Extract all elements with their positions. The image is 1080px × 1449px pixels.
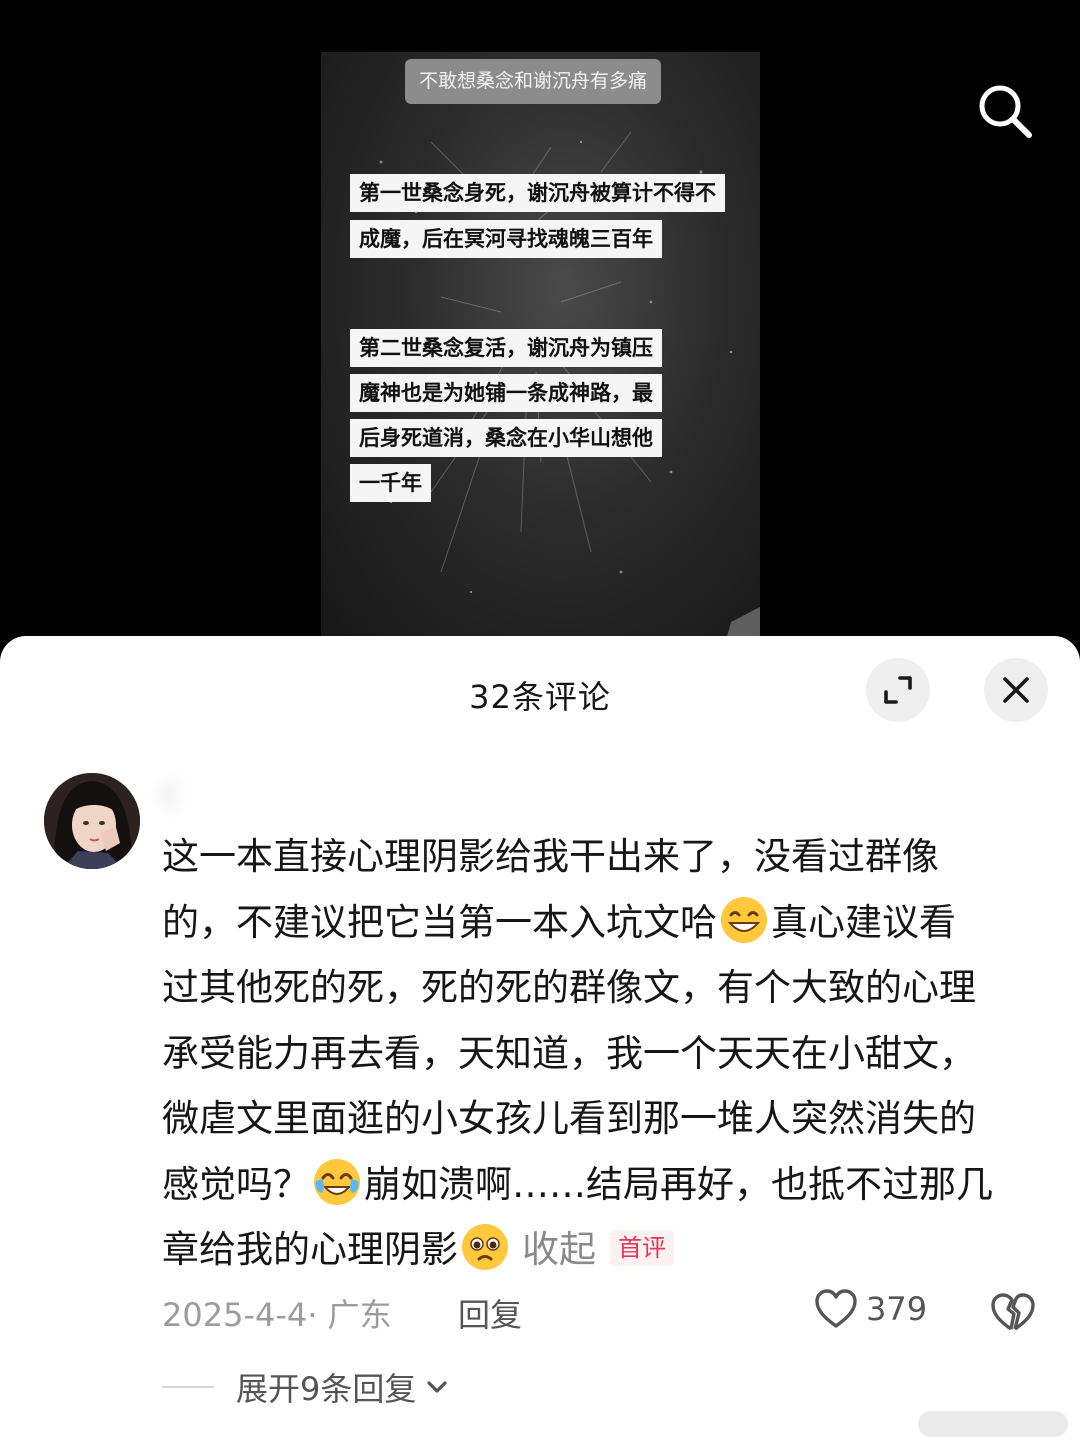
video-caption: 一千年 (350, 464, 431, 502)
comments-sheet: 32条评论 C 这一本直接心理阴影给我干出来了，没看过群像 的，不建议把它当第一… (0, 636, 1080, 1449)
like-button[interactable]: 379 (814, 1288, 927, 1330)
watermark (918, 1411, 1068, 1437)
comment-line: 微虐文里面逛的小女孩儿看到那一堆人突然消失的 (162, 1097, 976, 1140)
chevron-down-icon (427, 1381, 447, 1393)
video-area[interactable]: 不敢想桑念和谢沉舟有多痛 第一世桑念身死，谢沉舟被算计不得不 成魔，后在冥河寻找… (0, 0, 1080, 640)
reply-button[interactable]: 回复 (458, 1290, 522, 1336)
search-button[interactable] (974, 80, 1036, 142)
pleading-emoji (462, 1224, 508, 1270)
video-title-banner: 不敢想桑念和谢沉舟有多痛 (405, 59, 662, 104)
video-caption: 第二世桑念复活，谢沉舟为镇压 (350, 329, 662, 367)
close-icon (1003, 677, 1029, 703)
video-caption: 魔神也是为她铺一条成神路，最 (350, 374, 662, 412)
tears-of-joy-emoji (314, 1158, 360, 1205)
comment-line: 章给我的心理阴影 收起 首评 (162, 1217, 1042, 1283)
video-caption: 第一世桑念身死，谢沉舟被算计不得不 (350, 174, 725, 212)
video-frame[interactable]: 不敢想桑念和谢沉舟有多痛 第一世桑念身死，谢沉舟被算计不得不 成魔，后在冥河寻找… (321, 52, 760, 640)
video-caption: 后身死道消，桑念在小华山想他 (350, 419, 662, 457)
expand-sheet-button[interactable] (866, 658, 930, 722)
avatar[interactable] (44, 773, 140, 869)
broken-heart-icon (991, 1293, 1035, 1331)
avatar-photo (44, 773, 140, 869)
collapse-button[interactable]: 收起 (522, 1228, 596, 1271)
comment-line: 感觉吗？ 崩如溃啊……结局再好，也抵不过那几 (162, 1152, 1042, 1218)
comment-date-location: 2025-4-4· 广东 (162, 1296, 392, 1334)
expand-replies-label: 展开9条回复 (236, 1370, 417, 1408)
like-count: 379 (866, 1290, 928, 1328)
divider-dash (162, 1386, 214, 1388)
username[interactable]: C (162, 778, 182, 811)
grin-emoji (721, 896, 767, 943)
search-icon (979, 85, 1032, 138)
comment-line: 这一本直接心理阴影给我干出来了，没看过群像 (162, 835, 939, 878)
comment-line: 的，不建议把它当第一本入坑文哈 真心建议看 (162, 890, 1042, 956)
comment-line: 承受能力再去看，天知道，我一个天天在小甜文， (162, 1031, 976, 1075)
heart-icon (815, 1289, 857, 1328)
comment-text: 这一本直接心理阴影给我干出来了，没看过群像 的，不建议把它当第一本入坑文哈 真心… (162, 824, 1042, 1283)
video-caption: 成魔，后在冥河寻找魂魄三百年 (350, 220, 662, 258)
comment-line: 过其他死的死，死的死的群像文，有个大致的心理 (162, 966, 976, 1009)
expand-replies-button[interactable]: 展开9条回复 (162, 1364, 452, 1410)
expand-icon (884, 676, 912, 704)
first-comment-badge: 首评 (610, 1230, 674, 1266)
close-sheet-button[interactable] (984, 658, 1048, 722)
dislike-button[interactable] (990, 1292, 1036, 1338)
